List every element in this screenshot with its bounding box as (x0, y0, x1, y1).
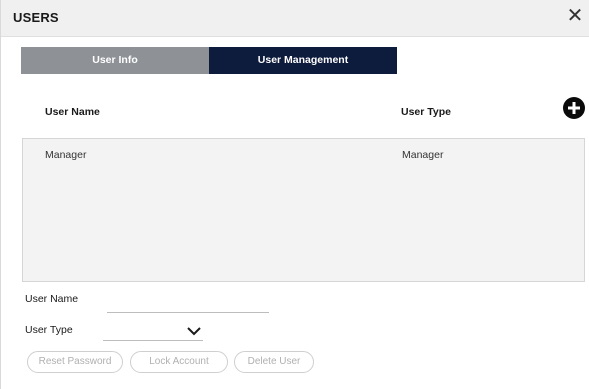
plus-circle-icon (568, 102, 580, 114)
user-type-cell: Manager (402, 149, 444, 161)
tab-user-management[interactable]: User Management (209, 47, 397, 74)
chevron-down-icon (187, 327, 201, 336)
dialog-titlebar: USERS ✕ (1, 0, 589, 37)
user-name-field[interactable] (107, 296, 269, 313)
users-dialog: USERS ✕ User Info User Management User N… (0, 0, 589, 389)
dialog-title: USERS (13, 10, 59, 25)
reset-password-button[interactable]: Reset Password (27, 351, 123, 373)
user-type-dropdown[interactable] (103, 322, 203, 341)
add-user-button[interactable] (563, 97, 585, 119)
tab-bar: User Info User Management (21, 47, 397, 74)
user-name-cell: Manager (45, 149, 87, 161)
user-name-label: User Name (25, 293, 79, 305)
user-type-label: User Type (25, 324, 73, 336)
column-header-user-name: User Name (45, 106, 100, 118)
lock-account-button[interactable]: Lock Account (130, 351, 228, 373)
table-row[interactable]: Manager Manager (23, 139, 584, 167)
tab-user-info[interactable]: User Info (21, 47, 209, 74)
column-header-user-type: User Type (401, 106, 451, 118)
user-list: Manager Manager (22, 138, 585, 282)
delete-user-button[interactable]: Delete User (234, 351, 314, 373)
close-icon[interactable]: ✕ (564, 5, 586, 27)
